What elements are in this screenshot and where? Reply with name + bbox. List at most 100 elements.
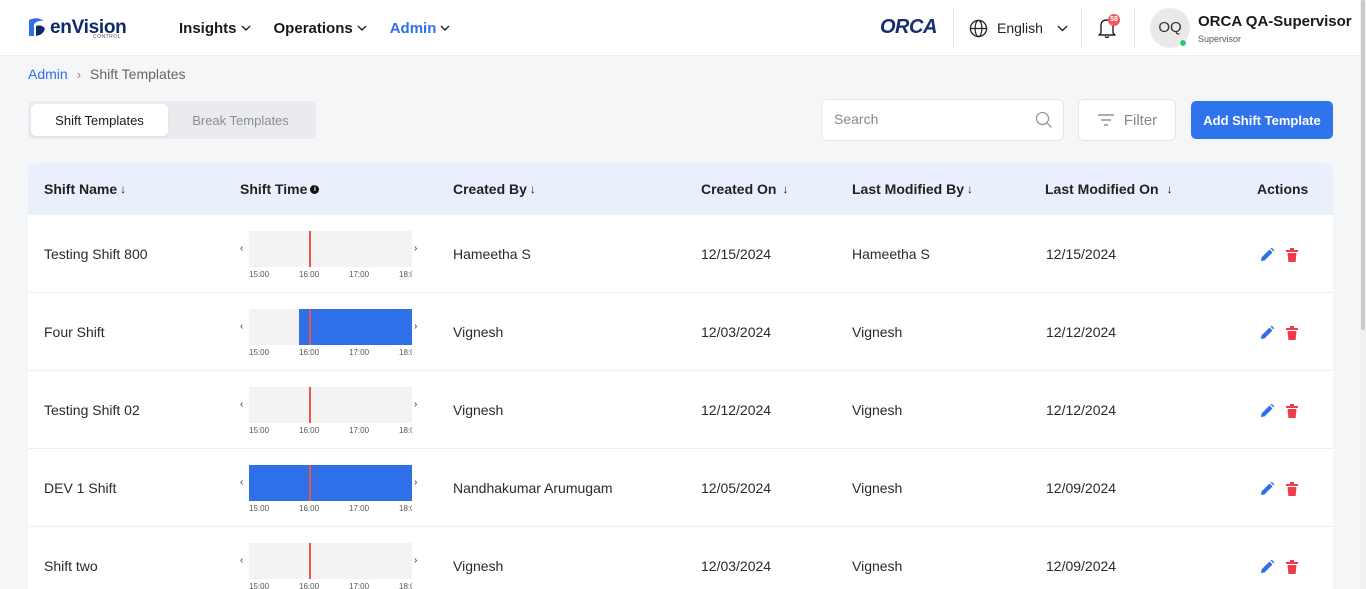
info-icon[interactable]: i xyxy=(310,184,320,194)
column-header-label: Last Modified By xyxy=(852,181,965,197)
nav-insights-label: Insights xyxy=(179,19,237,37)
main-nav: Insights Operations Admin xyxy=(179,0,473,56)
edit-icon[interactable] xyxy=(1259,247,1275,263)
delete-icon[interactable] xyxy=(1285,559,1299,575)
delete-icon[interactable] xyxy=(1285,403,1299,419)
column-header-last-modified-by[interactable]: Last Modified By ↓ xyxy=(852,181,973,197)
created-by-cell: Nandhakumar Arumugam xyxy=(453,480,613,496)
column-header-label: Actions xyxy=(1257,181,1309,197)
column-header-label: Created By xyxy=(453,181,527,197)
timeline-tick-label: 15:00 xyxy=(249,348,270,357)
column-header-shift-name[interactable]: Shift Name ↓ xyxy=(44,181,126,197)
column-header-last-modified-on[interactable]: Last Modified On ↓ xyxy=(1045,181,1173,197)
timeline-scroll-right-icon[interactable]: › xyxy=(414,321,417,332)
timeline-tick-label: 16:00 xyxy=(299,582,320,589)
timeline-tick-label: 17:00 xyxy=(349,426,370,435)
notification-badge: 58 xyxy=(1108,14,1120,26)
header-divider xyxy=(1081,8,1082,48)
timeline-tick-label: 18:00 xyxy=(399,582,412,589)
chevron-right-icon: › xyxy=(76,66,82,82)
nav-insights[interactable]: Insights xyxy=(179,20,251,37)
created-on-cell: 12/05/2024 xyxy=(701,480,772,496)
nav-admin[interactable]: Admin xyxy=(390,20,451,37)
timeline-tick-label: 16:00 xyxy=(299,504,320,513)
tab-break-templates[interactable]: Break Templates xyxy=(168,104,313,136)
edit-icon[interactable] xyxy=(1259,403,1275,419)
search-icon[interactable] xyxy=(1035,111,1053,129)
timeline-tick-label: 17:00 xyxy=(349,348,370,357)
shift-name-cell: Four Shift xyxy=(44,324,105,340)
current-time-marker xyxy=(309,543,311,579)
created-by-cell: Vignesh xyxy=(453,558,504,574)
last-modified-by-cell: Vignesh xyxy=(852,402,903,418)
table-row: DEV 1 Shift‹15:0016:0017:0018:00›Nandhak… xyxy=(28,449,1333,527)
timeline-tick-label: 15:00 xyxy=(249,270,270,279)
add-shift-template-button[interactable]: Add Shift Template xyxy=(1191,101,1333,139)
nav-admin-label: Admin xyxy=(389,19,437,37)
current-time-marker xyxy=(309,387,311,423)
timeline-viewport: 15:00 16:00 17:00 18:00 xyxy=(239,465,412,515)
shift-name-cell: Testing Shift 02 xyxy=(44,402,140,418)
nav-operations[interactable]: Operations xyxy=(274,20,367,37)
current-time-marker xyxy=(309,309,311,345)
timeline-track xyxy=(249,309,412,345)
search-input[interactable] xyxy=(834,111,1034,127)
globe-icon xyxy=(969,19,988,37)
timeline-scroll-right-icon[interactable]: › xyxy=(414,477,417,488)
breadcrumb: Admin › Shift Templates xyxy=(28,66,186,82)
timeline-track xyxy=(249,231,412,267)
timeline-tick-label: 17:00 xyxy=(349,270,370,279)
language-selector[interactable]: English xyxy=(969,0,1068,56)
logo-subtext: CONTROL xyxy=(93,34,121,40)
timeline-tick-label: 18:00 xyxy=(399,426,412,435)
shift-name-cell: Testing Shift 800 xyxy=(44,246,148,262)
timeline-tick-label: 17:00 xyxy=(349,582,370,589)
sort-arrow-icon: ↓ xyxy=(1166,182,1173,196)
column-header-shift-time: Shift Time i xyxy=(240,181,320,197)
shift-timeline: ‹15:0016:0017:0018:00› xyxy=(239,387,422,437)
table-row: Shift two‹15:0016:0017:0018:00›Vignesh12… xyxy=(28,527,1333,589)
tab-shift-templates[interactable]: Shift Templates xyxy=(31,104,168,136)
column-header-created-by[interactable]: Created By ↓ xyxy=(453,181,536,197)
timeline-viewport: 15:00 16:00 17:00 18:00 xyxy=(239,387,412,437)
timeline-track xyxy=(249,387,412,423)
scrollbar-thumb[interactable] xyxy=(1361,0,1365,330)
table-row: Testing Shift 800‹15:0016:0017:0018:00›H… xyxy=(28,215,1333,293)
column-header-label: Last Modified On xyxy=(1045,181,1159,197)
column-header-label: Shift Time xyxy=(240,181,308,197)
timeline-tick-label: 18:00 xyxy=(399,504,412,513)
timeline-scroll-right-icon[interactable]: › xyxy=(414,555,417,566)
timeline-scroll-right-icon[interactable]: › xyxy=(414,399,417,410)
language-label: English xyxy=(997,20,1043,36)
timeline-tick-label: 16:00 xyxy=(299,348,320,357)
sort-arrow-icon: ↓ xyxy=(529,182,536,196)
header-divider xyxy=(953,8,954,48)
edit-icon[interactable] xyxy=(1259,559,1275,575)
column-header-actions: Actions xyxy=(1257,181,1308,197)
last-modified-by-cell: Vignesh xyxy=(852,480,903,496)
chevron-down-icon xyxy=(357,25,367,31)
delete-icon[interactable] xyxy=(1285,325,1299,341)
timeline-track xyxy=(249,465,412,501)
user-name[interactable]: ORCA QA-Supervisor xyxy=(1198,13,1352,30)
last-modified-on-cell: 12/12/2024 xyxy=(1046,402,1117,418)
breadcrumb-admin-link[interactable]: Admin xyxy=(28,66,68,82)
table-header: Shift Name ↓ Shift Time i Created By ↓ C… xyxy=(28,163,1333,215)
delete-icon[interactable] xyxy=(1285,481,1299,497)
timeline-tick-label: 18:00 xyxy=(399,348,412,357)
last-modified-on-cell: 12/12/2024 xyxy=(1046,324,1117,340)
filter-button[interactable]: Filter xyxy=(1078,99,1176,141)
timeline-tick-label: 15:00 xyxy=(249,426,270,435)
timeline-tick-label: 17:00 xyxy=(349,504,370,513)
user-role: Supervisor xyxy=(1198,34,1242,44)
chevron-down-icon xyxy=(241,25,251,31)
column-header-created-on[interactable]: Created On ↓ xyxy=(701,181,788,197)
timeline-viewport: 15:00 16:00 17:00 18:00 xyxy=(239,231,412,281)
timeline-tick-label: 16:00 xyxy=(299,270,320,279)
edit-icon[interactable] xyxy=(1259,481,1275,497)
shift-time-bar xyxy=(249,465,412,501)
delete-icon[interactable] xyxy=(1285,247,1299,263)
edit-icon[interactable] xyxy=(1259,325,1275,341)
timeline-scroll-right-icon[interactable]: › xyxy=(414,243,417,254)
shift-timeline: ‹15:0016:0017:0018:00› xyxy=(239,465,422,515)
